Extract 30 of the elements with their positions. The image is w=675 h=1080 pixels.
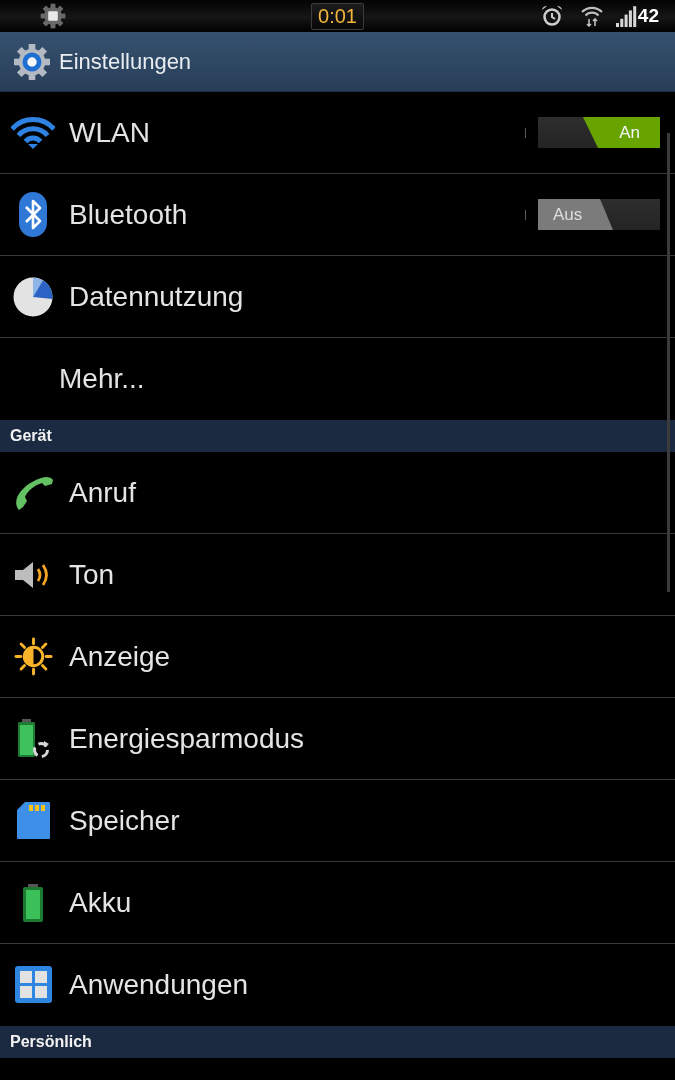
wifi-icon [580,5,603,27]
gear-icon [40,3,66,29]
settings-icon [14,43,50,80]
battery-recycle-icon [16,718,50,759]
app-grid-icon [14,966,52,1003]
sd-card-icon [16,802,50,839]
setting-label[interactable]: Anzeige [69,640,660,673]
phone-icon [13,475,53,510]
setting-label[interactable]: Energiesparmodus [69,722,660,755]
battery-icon [23,883,43,922]
setting-label[interactable]: Anwendungen [69,968,660,1001]
bluetooth-icon [19,192,47,237]
pie-chart-icon [13,276,53,317]
setting-label[interactable]: Anruf [69,476,660,509]
signal-icon [614,5,637,27]
alarm-clock-icon [540,5,563,27]
setting-label[interactable]: WLAN [69,116,525,149]
setting-label[interactable]: Speicher [69,804,660,837]
setting-label[interactable]: Bluetooth [69,198,525,231]
section-header: Persönlich [0,1026,675,1058]
status-clock: 0:01 [311,2,364,30]
setting-label[interactable]: Akku [69,886,660,919]
setting-label[interactable]: Mehr... [59,362,660,395]
setting-label[interactable]: Datennutzung [69,280,660,313]
wifi-icon [11,116,55,149]
screen-title: Einstellungen [59,48,192,75]
status-reading: 42 [637,5,659,27]
sun-icon [13,637,53,676]
section-header: Gerät [0,420,675,452]
setting-label[interactable]: Ton [69,558,660,591]
